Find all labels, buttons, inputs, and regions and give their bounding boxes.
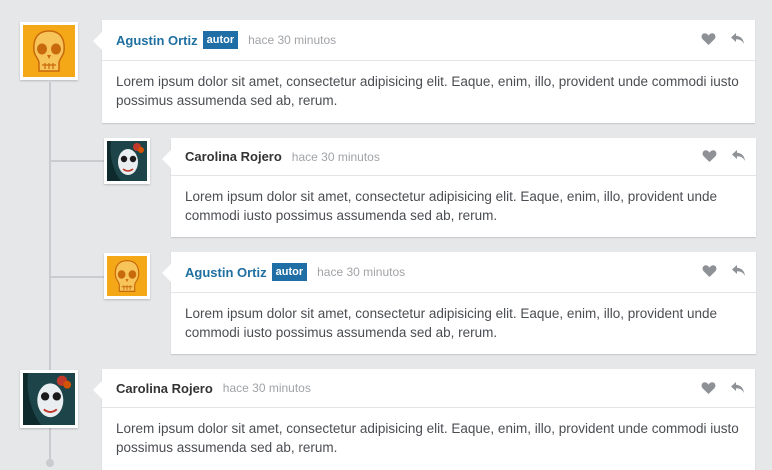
heart-icon[interactable] — [701, 32, 716, 46]
comment-card: Carolina Rojero hace 30 minutos Lorem ip… — [93, 369, 755, 470]
timestamp: hace 30 minutos — [317, 265, 406, 279]
skull-avatar-image — [107, 256, 147, 296]
comment-card: Agustin Ortiz autor hace 30 minutos Lore… — [162, 252, 756, 354]
comment-actions — [701, 381, 745, 395]
avatar[interactable] — [104, 138, 150, 184]
author-badge: autor — [202, 31, 239, 49]
comment-text: Lorem ipsum dolor sit amet, consectetur … — [185, 306, 718, 340]
catrina-avatar-image — [107, 141, 147, 181]
comment-actions — [701, 32, 745, 46]
comment-actions — [702, 264, 746, 278]
avatar[interactable] — [20, 370, 78, 428]
timestamp: hace 30 minutos — [222, 381, 311, 395]
heart-icon[interactable] — [702, 149, 717, 163]
timestamp: hace 30 minutos — [291, 149, 380, 164]
author-badge: autor — [271, 263, 308, 281]
reply-connector — [50, 160, 105, 162]
reply-connector — [50, 276, 105, 278]
comment-text: Lorem ipsum dolor sit amet, consectetur … — [116, 74, 739, 108]
comment-text: Lorem ipsum dolor sit amet, consectetur … — [116, 421, 739, 455]
comment-header: Agustin Ortiz autor hace 30 minutos — [171, 252, 756, 293]
comment-header: Agustin Ortiz autor hace 30 minutos — [102, 20, 755, 61]
comment-header: Carolina Rojero hace 30 minutos — [102, 369, 755, 408]
reply-arrow-icon[interactable] — [730, 381, 745, 395]
avatar[interactable] — [104, 253, 150, 299]
reply-arrow-icon[interactable] — [731, 264, 746, 278]
avatar[interactable] — [20, 22, 78, 80]
author-name[interactable]: Agustin Ortiz — [116, 33, 198, 48]
comment-header: Carolina Rojero hace 30 minutos — [171, 138, 756, 176]
comment-thread: Agustin Ortiz autor hace 30 minutos Lore… — [0, 0, 772, 470]
heart-icon[interactable] — [702, 264, 717, 278]
reply-arrow-icon[interactable] — [730, 32, 745, 46]
comment-card: Carolina Rojero hace 30 minutos Lorem ip… — [162, 138, 756, 237]
heart-icon[interactable] — [701, 381, 716, 395]
comment-actions — [702, 149, 746, 163]
reply-arrow-icon[interactable] — [731, 149, 746, 163]
author-name[interactable]: Agustin Ortiz — [185, 265, 267, 280]
skull-avatar-image — [23, 25, 75, 77]
author-name[interactable]: Carolina Rojero — [116, 381, 213, 396]
timestamp: hace 30 minutos — [248, 33, 337, 47]
comment-text: Lorem ipsum dolor sit amet, consectetur … — [185, 189, 718, 223]
catrina-avatar-image — [23, 373, 75, 425]
thread-end-dot — [46, 459, 54, 467]
author-name[interactable]: Carolina Rojero — [185, 149, 282, 164]
comment-card: Agustin Ortiz autor hace 30 minutos Lore… — [93, 20, 755, 123]
